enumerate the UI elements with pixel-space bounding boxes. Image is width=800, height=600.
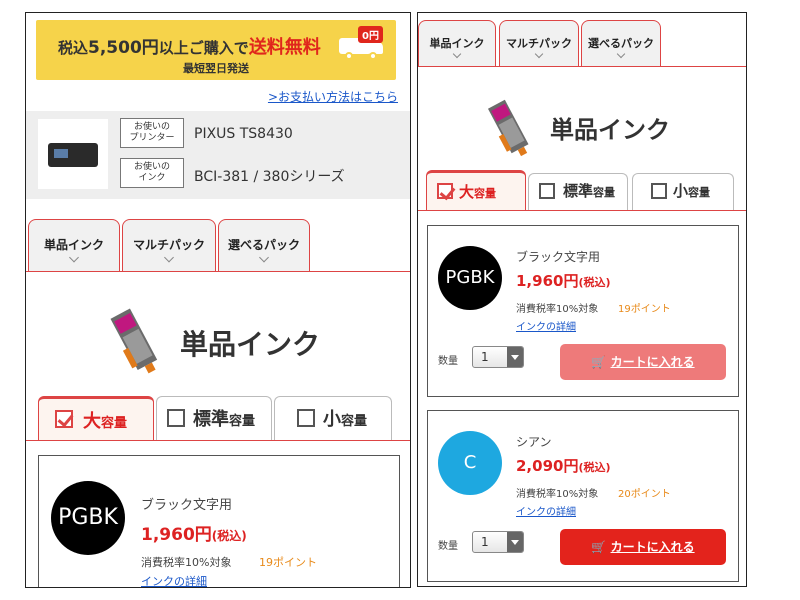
ink-detail-link[interactable]: インクの詳細 [516,318,576,333]
checkbox-icon [539,183,555,199]
category-tabs: 単品インク マルチパック 選べるパック [28,219,310,271]
product-price: 1,960円 [516,272,579,290]
banner-headline: 税込5,500円以上ご購入で送料無料 [58,37,321,58]
product-card-cyan: C シアン 2,090円(税込) 消費税率10%対象 20ポイント インクの詳細… [427,410,739,582]
product-name: シアン [516,435,552,449]
add-to-cart-button[interactable]: 🛒 カートに入れる [560,529,726,565]
tab-single-ink[interactable]: 単品インク [28,219,120,271]
product-card-pgbk: PGBK ブラック文字用 1,960円(税込) 消費税率10%対象 19ポイント… [427,225,739,397]
tax-note: 消費税率10%対象 [516,489,599,500]
tax-label: (税込) [578,461,611,474]
tax-label: (税込) [211,529,247,543]
capacity-small-option[interactable]: 小容量 [632,173,734,210]
capacity-standard-option[interactable]: 標準容量 [156,396,272,440]
quantity-select[interactable]: 1 [472,531,524,553]
quantity-label: 数量 [438,356,458,367]
quantity-select[interactable]: 1 [472,346,524,368]
chevron-down-icon [69,252,79,263]
category-tabs: 単品インク マルチパック 選べるパック [418,20,661,66]
chevron-down-icon [616,49,626,59]
capacity-divider [26,440,410,441]
left-screen: 税込5,500円以上ご購入で送料無料 0円 最短翌日発送 >お支払い方法はこちら… [25,12,411,588]
add-to-cart-button[interactable]: 🛒 カートに入れる [560,344,726,380]
ink-color-badge: PGBK [51,481,125,555]
ink-tag: お使いの インク [120,158,184,188]
printer-tag: お使いの プリンター [120,118,184,148]
tab-multi-pack[interactable]: マルチパック [122,219,216,271]
tab-divider [418,66,746,67]
tab-single-ink[interactable]: 単品インク [418,20,496,66]
free-shipping-banner[interactable]: 税込5,500円以上ご購入で送料無料 0円 最短翌日発送 [36,20,396,80]
cart-icon: 🛒 [591,540,607,554]
product-card-pgbk: PGBK ブラック文字用 1,960円(税込) 消費税率10%対象 19ポイント… [38,455,400,587]
tax-note: 消費税率10%対象 [141,556,232,569]
banner-subtext: 最短翌日発送 [183,62,249,75]
capacity-large-option[interactable]: 大容量 [38,396,154,440]
checkbox-checked-icon [55,410,73,428]
points: 20ポイント [618,489,671,500]
truck-icon: 0円 [339,26,389,60]
chevron-down-icon [507,347,523,367]
tab-multi-pack[interactable]: マルチパック [499,20,579,66]
quantity-label: 数量 [438,541,458,552]
printer-image [38,119,108,189]
tab-choose-pack[interactable]: 選べるパック [581,20,661,66]
chevron-down-icon [452,49,462,59]
checkbox-icon [167,409,185,427]
capacity-divider [418,210,746,211]
cart-icon: 🛒 [591,355,607,369]
product-price: 2,090円 [516,457,579,475]
ink-cartridge-icon [487,99,529,157]
checkbox-icon [297,409,315,427]
product-name: ブラック文字用 [516,250,601,264]
ink-color-badge: C [438,431,502,495]
section-title: 単品インク [550,116,670,144]
right-screen: 単品インク マルチパック 選べるパック 単品インク 大容量 標準容量 小容量 P [417,12,747,587]
product-name: ブラック文字用 [141,498,233,513]
tab-choose-pack[interactable]: 選べるパック [218,219,310,271]
chevron-down-icon [259,252,269,263]
ink-cartridge-icon [110,308,158,374]
section-title: 単品インク [180,328,321,361]
checkbox-checked-icon [437,183,453,199]
printer-info-panel: お使いの プリンター PIXUS TS8430 お使いの インク BCI-381 /… [26,111,410,199]
points: 19ポイント [259,556,317,569]
zero-yen-badge: 0円 [358,26,383,43]
chevron-down-icon [164,252,174,263]
ink-series: BCI-381 / 380シリーズ [194,169,345,185]
printer-name: PIXUS TS8430 [194,126,293,142]
product-price: 1,960円 [141,525,212,545]
points: 19ポイント [618,304,671,315]
checkbox-icon [651,183,667,199]
ink-detail-link[interactable]: インクの詳細 [141,573,207,587]
capacity-large-option[interactable]: 大容量 [426,170,526,210]
tax-label: (税込) [578,276,611,289]
chevron-down-icon [534,49,544,59]
ink-detail-link[interactable]: インクの詳細 [516,503,576,518]
capacity-standard-option[interactable]: 標準容量 [528,173,628,210]
chevron-down-icon [507,532,523,552]
payment-method-link[interactable]: >お支払い方法はこちら [268,88,398,105]
ink-color-badge: PGBK [438,246,502,310]
tax-note: 消費税率10%対象 [516,304,599,315]
tab-divider [26,271,410,272]
capacity-small-option[interactable]: 小容量 [274,396,392,440]
